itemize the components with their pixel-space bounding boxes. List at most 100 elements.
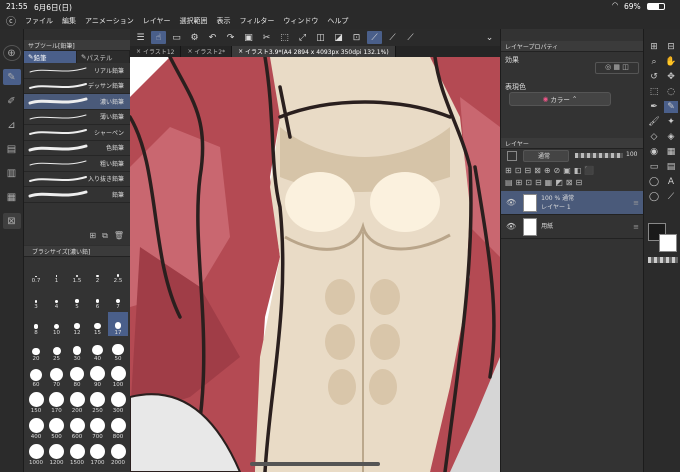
eye-icon[interactable]: 👁 (506, 222, 516, 231)
selection-icon[interactable]: ⊡ (349, 31, 364, 44)
snapshot-icon[interactable]: ▭ (169, 31, 184, 44)
deselect-icon[interactable]: ◫ (313, 31, 328, 44)
balloon-tool-icon[interactable]: ◯ (647, 191, 661, 203)
ruler-icon[interactable]: ⟋ (385, 31, 400, 44)
tool-doc-icon[interactable]: ▥ (3, 165, 21, 181)
move-tool-icon[interactable]: ✥ (664, 71, 678, 83)
brush-size-option[interactable]: 1200 (47, 442, 67, 466)
brush-size-option[interactable]: 1.5 (67, 260, 87, 284)
hand-tool-icon[interactable]: ✋ (664, 56, 678, 68)
brush-size-option[interactable]: 1 (47, 260, 67, 284)
brush-size-option[interactable]: 400 (26, 416, 46, 440)
brush-size-option[interactable]: 1500 (67, 442, 87, 466)
tab-doc-1[interactable]: × イラスト12 (130, 46, 182, 57)
brush-item[interactable]: デッサン鉛筆 (24, 79, 130, 94)
brush-size-option[interactable]: 3 (26, 286, 46, 310)
brush-tool-icon[interactable]: 🖌 (647, 116, 661, 128)
brush-size-option[interactable]: 25 (47, 338, 67, 362)
brush-size-option[interactable]: 4 (47, 286, 67, 310)
brush-size-option[interactable]: 15 (88, 312, 108, 336)
menu-view[interactable]: 表示 (217, 16, 231, 26)
menu-selection[interactable]: 選択範囲 (180, 16, 208, 26)
tab-pencil[interactable]: ✎ 鉛筆 (24, 51, 77, 63)
brush-size-option[interactable]: 170 (47, 390, 67, 414)
menu-file[interactable]: ファイル (25, 16, 53, 26)
menu-layer[interactable]: レイヤー (143, 16, 171, 26)
frame-tool-icon[interactable]: ▤ (664, 161, 678, 173)
figure-tool-icon[interactable]: ▭ (647, 161, 661, 173)
tool-layer-icon[interactable]: ▤ (3, 141, 21, 157)
blend-tool-icon[interactable]: ◈ (664, 131, 678, 143)
tool-close-icon[interactable]: ⊠ (2, 213, 21, 229)
menu-animation[interactable]: アニメーション (85, 16, 134, 26)
brush-item[interactable]: 鉛筆 (24, 187, 130, 203)
gradient-icon[interactable]: ▦ (664, 146, 678, 158)
redo-icon[interactable]: ↷ (223, 31, 238, 44)
layer-menu-icon[interactable]: ≡ (633, 199, 639, 207)
brush-size-option[interactable]: 8 (26, 312, 46, 336)
menu-help[interactable]: ヘルプ (327, 16, 348, 26)
brush-size-option[interactable]: 500 (47, 416, 67, 440)
brush-size-option[interactable]: 150 (26, 390, 46, 414)
brush-size-option[interactable]: 12 (67, 312, 87, 336)
brush-size-option[interactable]: 40 (88, 338, 108, 362)
brush-size-option[interactable]: 70 (47, 364, 67, 388)
brush-size-option[interactable]: 800 (108, 416, 128, 440)
blend-mode-select[interactable]: 通常 (523, 150, 569, 162)
brush-size-option[interactable]: 10 (47, 312, 67, 336)
eye-icon[interactable]: 👁 (506, 198, 516, 207)
brush-item[interactable]: 粗い鉛筆 (24, 156, 130, 172)
cut-icon[interactable]: ✂ (259, 31, 274, 44)
pencil-tool-icon[interactable]: ✎ (664, 101, 678, 113)
ruler-snap-icon[interactable]: ⟋ (403, 31, 418, 44)
transparent-swatch[interactable] (648, 257, 678, 263)
brush-item[interactable]: 入り抜き鉛筆 (24, 172, 130, 187)
brush-size-option[interactable]: 90 (88, 364, 108, 388)
delete-subtool-icon[interactable]: 🗑 (114, 231, 124, 240)
brush-size-option[interactable]: 30 (67, 338, 87, 362)
brush-size-option[interactable]: 200 (67, 390, 87, 414)
app-logo-icon[interactable]: ⓒ (6, 13, 16, 28)
effect-buttons[interactable]: ◎ ▦ ◫ (595, 62, 639, 74)
menu-toggle-icon[interactable]: ☰ (133, 31, 148, 44)
brush-size-option[interactable]: 1000 (26, 442, 46, 466)
brush-size-option[interactable]: 5 (67, 286, 87, 310)
brush-size-option[interactable]: 20 (26, 338, 46, 362)
tab-doc-3[interactable]: × イラスト3.9*(A4 2894 x 4093px 350dpi 132.1… (232, 46, 396, 57)
layer-row-paper[interactable]: 👁 用紙 ≡ (501, 215, 643, 239)
settings-icon[interactable]: ⚙ (187, 31, 202, 44)
gesture-icon[interactable]: ☝ (151, 31, 166, 44)
brush-size-option[interactable]: 60 (26, 364, 46, 388)
brush-size-option[interactable]: 6 (88, 286, 108, 310)
expression-color-select[interactable]: ◉ カラー ⌃ (509, 92, 611, 106)
menu-window[interactable]: ウィンドウ (283, 16, 318, 26)
line-fix-icon[interactable]: ⟋ (664, 191, 678, 203)
brush-size-option[interactable]: 1700 (88, 442, 108, 466)
layer-lock-icon[interactable] (507, 151, 517, 161)
airbrush-icon[interactable]: ✦ (664, 116, 678, 128)
tab-pastel[interactable]: ✎ パステル (77, 51, 130, 63)
text-tool-icon[interactable]: A (664, 176, 678, 188)
brush-size-option[interactable]: 250 (88, 390, 108, 414)
brush-item[interactable]: 濃い鉛筆 (24, 94, 130, 110)
lasso-tool-icon[interactable]: ◌ (664, 86, 678, 98)
close-panel-icon[interactable]: ⊟ (664, 41, 678, 53)
select-tool-icon[interactable]: ⬚ (647, 86, 661, 98)
transform-icon[interactable]: ⤢ (295, 31, 310, 44)
brush-size-option[interactable]: 50 (108, 338, 128, 362)
zoom-icon[interactable]: ⊕ (2, 45, 21, 61)
brush-item[interactable]: リアル鉛筆 (24, 63, 130, 79)
layer-toolbar-icons[interactable]: ⊞⊡⊟⊠⊕⊘▣◧⬛ ▤⊞⊡⊟▦◩⊠⊟ (501, 163, 643, 191)
tool-fill-icon[interactable]: ⊿ (3, 117, 21, 133)
tool-set-icon[interactable]: ✎ (2, 69, 21, 85)
layer-row-1[interactable]: 👁 100 % 通常 レイヤー 1 ≡ (501, 191, 643, 215)
fill-tool-icon[interactable]: ◉ (647, 146, 661, 158)
brush-size-option[interactable]: 0.7 (26, 260, 46, 284)
zoom-tool-icon[interactable]: ⌕ (647, 56, 661, 68)
brush-size-option[interactable]: 700 (88, 416, 108, 440)
invert-selection-icon[interactable]: ◪ (331, 31, 346, 44)
brush-item[interactable]: 薄い鉛筆 (24, 110, 130, 125)
opacity-slider[interactable] (575, 153, 623, 158)
tab-doc-2[interactable]: × イラスト2* (181, 46, 233, 57)
opacity-value[interactable]: 100 (626, 151, 637, 158)
